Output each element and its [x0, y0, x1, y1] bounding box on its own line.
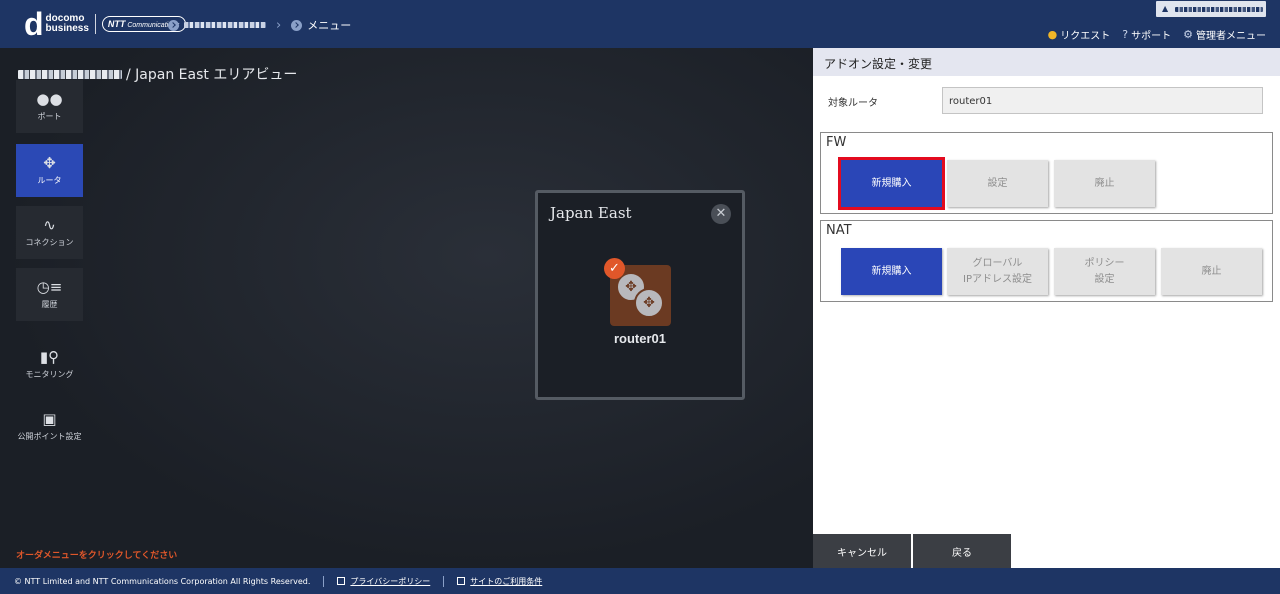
external-link-icon — [337, 577, 346, 585]
region-title: Japan East — [550, 204, 632, 222]
nat-policy-settings-button[interactable]: ポリシー 設定 — [1054, 248, 1155, 295]
bell-icon: ● — [1047, 28, 1058, 41]
help-icon: ? — [1122, 28, 1129, 41]
logo-mark: d — [24, 6, 44, 42]
nat-cancel-service-button[interactable]: 廃止 — [1161, 248, 1262, 295]
sidebar-item-router[interactable]: ✥ ルータ — [16, 144, 84, 197]
router-icon: ✥ — [43, 154, 56, 172]
top-header: d docomo business NTT Communications › メ… — [0, 0, 1280, 48]
chevron-right-icon: › — [276, 17, 282, 33]
nat-new-purchase-button[interactable]: 新規購入 — [841, 248, 942, 295]
region-card-japan-east: Japan East ✕ ✥ ✥ ✓ router01 — [535, 190, 745, 400]
close-icon[interactable]: ✕ — [711, 204, 731, 224]
target-router-field: router01 — [942, 87, 1263, 114]
sidebar-item-connection[interactable]: ∿ コネクション — [16, 206, 84, 259]
nat-global-ip-settings-button[interactable]: グローバル IPアドレス設定 — [947, 248, 1048, 295]
fw-settings-button[interactable]: 設定 — [947, 160, 1048, 207]
user-icon: ▲ — [1162, 4, 1169, 13]
support-link[interactable]: ? サポート — [1122, 27, 1171, 42]
nat-group-title: NAT — [826, 223, 852, 238]
addon-settings-panel: アドオン設定・変更 対象ルータ router01 FW 新規購入 設定 廃止 N… — [813, 48, 1280, 568]
monitoring-icon: ▮⚲ — [39, 348, 60, 366]
target-router-label: 対象ルータ — [828, 98, 878, 109]
user-name — [1175, 6, 1263, 12]
sidebar-item-public-point[interactable]: ▣ 公開ポイント設定 — [16, 400, 84, 453]
sidebar-item-port[interactable]: ●● ポート — [16, 80, 84, 133]
router-icon: ✥ — [634, 288, 664, 318]
logo-divider — [94, 14, 96, 34]
header-links: ● リクエスト ? サポート ⚙ 管理者メニュー — [1036, 27, 1266, 42]
order-menu-notice: オーダメニューをクリックしてください — [16, 551, 178, 561]
footer: © NTT Limited and NTT Communications Cor… — [0, 568, 1280, 594]
area-view: / Japan East エリアビュー ●● ポート ✥ ルータ ∿ コネクショ… — [0, 48, 813, 568]
sidebar-item-history[interactable]: ◷≡ 履歴 — [16, 268, 84, 321]
copyright: © NTT Limited and NTT Communications Cor… — [14, 576, 311, 586]
panel-title: アドオン設定・変更 — [813, 48, 1280, 76]
docomo-business-logo[interactable]: d docomo business NTT Communications — [24, 6, 186, 42]
request-link[interactable]: ● リクエスト — [1048, 27, 1111, 42]
footer-divider — [323, 575, 325, 587]
connection-icon: ∿ — [43, 216, 56, 234]
cancel-button[interactable]: キャンセル — [813, 534, 911, 568]
router-name: router01 — [613, 331, 667, 346]
port-icon: ●● — [36, 90, 63, 108]
history-icon: ◷≡ — [36, 278, 63, 296]
terms-of-use-link[interactable]: サイトのご利用条件 — [457, 576, 542, 587]
chevron-circle-icon — [291, 19, 303, 31]
gear-icon: ⚙ — [1183, 28, 1193, 41]
admin-menu-link[interactable]: ⚙ 管理者メニュー — [1183, 27, 1266, 42]
breadcrumb: › メニュー — [168, 17, 351, 33]
back-button[interactable]: 戻る — [913, 534, 1011, 568]
check-icon: ✓ — [604, 258, 625, 279]
footer-divider — [443, 575, 445, 587]
tenant-name — [18, 69, 122, 79]
user-account-box[interactable]: ▲ — [1156, 1, 1266, 17]
public-point-icon: ▣ — [42, 410, 57, 428]
breadcrumb-tenant[interactable] — [184, 22, 266, 28]
fw-cancel-service-button[interactable]: 廃止 — [1054, 160, 1155, 207]
sidebar-item-monitoring[interactable]: ▮⚲ モニタリング — [16, 338, 84, 391]
nat-group: NAT 新規購入 グローバル IPアドレス設定 ポリシー 設定 廃止 — [820, 220, 1273, 302]
privacy-policy-link[interactable]: プライバシーポリシー — [337, 576, 430, 587]
external-link-icon — [457, 577, 466, 585]
fw-group: FW 新規購入 設定 廃止 — [820, 132, 1273, 214]
fw-group-title: FW — [826, 135, 847, 150]
chevron-circle-icon — [168, 19, 179, 31]
breadcrumb-menu[interactable]: メニュー — [307, 17, 351, 33]
logo-text: docomo business — [45, 13, 89, 34]
target-router-row: 対象ルータ router01 — [813, 87, 1280, 115]
fw-new-purchase-button[interactable]: 新規購入 — [838, 157, 945, 210]
